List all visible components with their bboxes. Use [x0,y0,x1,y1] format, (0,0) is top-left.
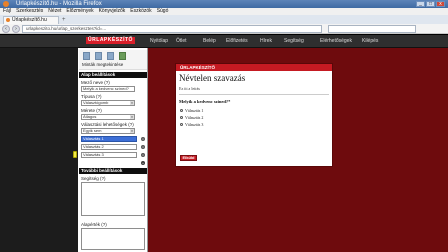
field-type-select[interactable]: Választógomb ▾ [81,100,135,106]
chevron-down-icon: ▾ [130,101,134,105]
submit-button[interactable]: Elküld [180,155,197,161]
radio-icon [180,123,183,126]
browser-title-bar: Űrlapkészítő.hu - Mozilla Firefox _ □ x [0,0,448,8]
divider [179,94,329,95]
window-controls: _ □ x [416,1,445,7]
radio-icon [180,109,183,112]
option-input-2[interactable]: Választás 2 [81,144,137,150]
form-preview-area: ŰRLAPKÉSZÍTŐ Névtelen szavazás Ez itt a … [148,48,448,252]
menu-bookmarks[interactable]: Könyvjelzők [99,8,126,15]
tool-icons: Minták megtekintése [79,50,147,70]
form-title[interactable]: Névtelen szavazás [179,73,245,83]
url-bar[interactable]: urlapkeszito.hu/urlap_szerkesztes?id=... [22,25,322,33]
preview-icon[interactable] [107,52,114,60]
site-navigation: ŰRLAPKÉSZÍTŐ Nyitólap Ötlet Belép Előfiz… [0,35,448,48]
field-size-value: Átlagos [83,114,97,119]
option-input-3[interactable]: Választás 3 [81,152,137,158]
chevron-down-icon: ▾ [130,129,134,133]
menu-help[interactable]: Súgó [157,8,169,15]
radio-icon [180,116,183,119]
more-settings-header: További beállítások [79,168,147,174]
close-button[interactable]: x [436,1,445,7]
delete-option-icon[interactable]: × [141,153,145,157]
chevron-down-icon: ▾ [130,115,134,119]
field-size-select[interactable]: Átlagos ▾ [81,114,135,120]
search-input[interactable] [328,25,416,33]
nav-login[interactable]: Belép [203,38,216,44]
editor-sidebar: Minták megtekintése Alap beállítások Mez… [78,48,148,252]
tab-bar: Űrlapkészítő.hu + [0,15,448,24]
navigation-toolbar: ‹ › urlapkeszito.hu/urlap_szerkesztes?id… [0,24,448,34]
nav-contact[interactable]: Elérhetőségek [320,38,352,44]
field-type-value: Választógomb [83,100,109,105]
menu-view[interactable]: Nézet [48,8,61,15]
nav-subscription[interactable]: Előfizetés [226,38,248,44]
new-tab-icon[interactable]: + [62,17,66,23]
choice-label: Választás 3 [185,122,204,127]
default-value-label: Alapérték (?) [81,222,107,227]
save-icon[interactable] [119,52,126,60]
add-option-icon[interactable]: + [141,161,145,165]
help-text-label: Segítség (?) [81,176,106,181]
question-label[interactable]: Melyik a kedvenc színed?* [179,99,230,104]
options-label: Választási lehetőségek (?) [81,122,134,127]
choice-option-1[interactable]: Választás 1 [180,108,203,113]
field-name-label: Mező neve (?) [81,80,110,85]
choice-label: Választás 2 [185,115,204,120]
maximize-button[interactable]: □ [426,1,435,7]
firefox-icon [3,1,9,7]
nav-logout[interactable]: Kilépés [362,38,378,44]
menu-history[interactable]: Előzmények [66,8,93,15]
tab-label: Űrlapkészítő.hu [12,17,47,23]
default-value-input[interactable] [81,228,145,250]
field-type-label: Típusa (?) [81,94,102,99]
browser-menu-bar: Fájl Szerkesztés Nézet Előzmények Könyvj… [0,8,448,15]
delete-option-icon[interactable]: × [141,145,145,149]
choice-option-3[interactable]: Választás 3 [180,122,203,127]
options-default-select[interactable]: Egyik sem ▾ [81,128,135,134]
forward-icon[interactable]: › [12,25,20,33]
nav-news[interactable]: Hírek [260,38,272,44]
nav-home[interactable]: Nyitólap [150,38,168,44]
menu-file[interactable]: Fájl [3,8,11,15]
site-logo[interactable]: ŰRLAPKÉSZÍTŐ [86,37,135,44]
options-default-value: Egyik sem [83,128,102,133]
menu-edit[interactable]: Szerkesztés [16,8,43,15]
nav-help[interactable]: Segítség [284,38,304,44]
new-field-icon[interactable] [83,52,90,60]
screen: Űrlapkészítő.hu - Mozilla Firefox _ □ x … [0,0,448,252]
nav-idea[interactable]: Ötlet [176,38,187,44]
choice-option-2[interactable]: Választás 2 [180,115,203,120]
help-text-input[interactable] [81,182,145,216]
field-name-input[interactable]: Melyik a kedvenc színed? [81,86,135,92]
form-description[interactable]: Ez itt a leírás [179,86,200,91]
choice-label: Választás 1 [185,108,204,113]
edit-icon[interactable] [95,52,102,60]
back-icon[interactable]: ‹ [2,25,10,33]
window-title: Űrlapkészítő.hu - Mozilla Firefox [16,1,102,7]
minimize-button[interactable]: _ [416,1,425,7]
mouse-pointer-icon [73,151,77,158]
web-page: ŰRLAPKÉSZÍTŐ Nyitólap Ötlet Belép Előfiz… [0,35,448,252]
delete-option-icon[interactable]: × [141,137,145,141]
browser-tab[interactable]: Űrlapkészítő.hu [3,16,59,24]
form-card: ŰRLAPKÉSZÍTŐ Névtelen szavazás Ez itt a … [175,63,333,167]
form-card-header: ŰRLAPKÉSZÍTŐ [176,64,332,71]
field-size-label: Mérete (?) [81,108,102,113]
basic-settings-header: Alap beállítások [79,72,147,78]
option-input-1[interactable]: Választás 1 [81,136,137,142]
menu-tools[interactable]: Eszközök [130,8,151,15]
tool-label: Minták megtekintése [82,62,124,67]
favicon-icon [6,18,10,22]
